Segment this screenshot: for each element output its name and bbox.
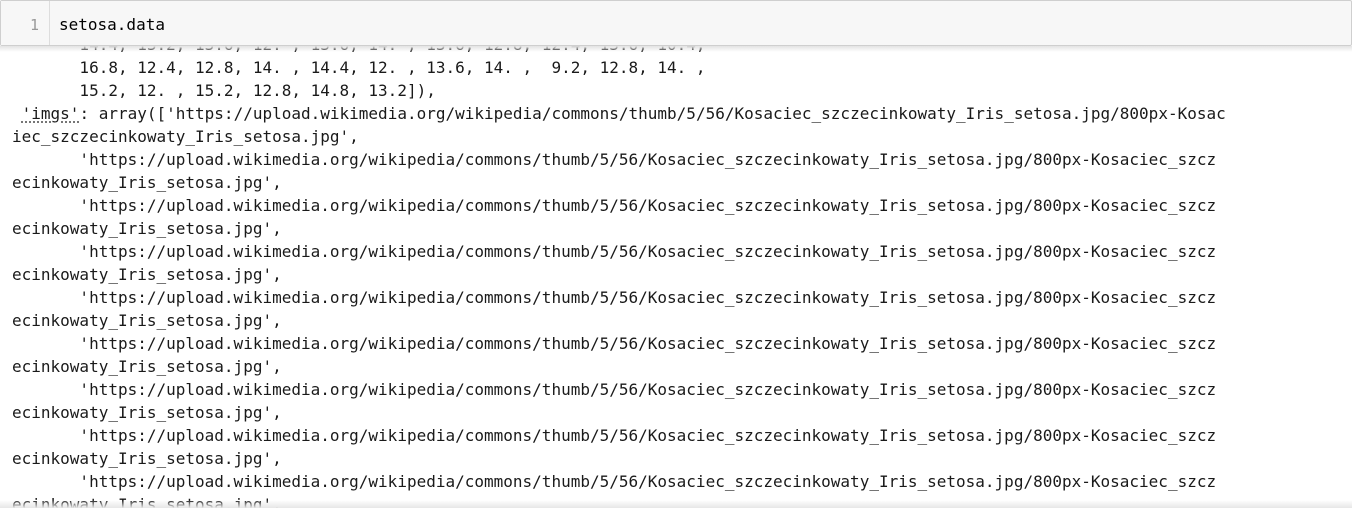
output-line: 'https://upload.wikimedia.org/wikipedia/…: [12, 242, 1217, 261]
output-line: 'https://upload.wikimedia.org/wikipedia/…: [12, 472, 1217, 491]
output-line: ecinkowaty_Iris_setosa.jpg',: [12, 173, 282, 192]
output-line: ecinkowaty_Iris_setosa.jpg',: [12, 265, 282, 284]
output-line-rest: : array(['https://upload.wikimedia.org/w…: [79, 104, 1226, 123]
output-line: iec_szczecinkowaty_Iris_setosa.jpg',: [12, 127, 359, 146]
output-line: ecinkowaty_Iris_setosa.jpg',: [12, 403, 282, 422]
output-line: ecinkowaty_Iris_setosa.jpg',: [12, 311, 282, 330]
output-line: 'https://upload.wikimedia.org/wikipedia/…: [12, 196, 1217, 215]
output-text: 14.4, 13.2, 13.6, 12. , 13.6, 14. , 13.6…: [0, 33, 1352, 508]
notebook: 14.4, 13.2, 13.6, 12. , 13.6, 14. , 13.6…: [0, 0, 1352, 508]
code-editor[interactable]: setosa.data: [59, 15, 165, 35]
scroll-edge-shadow: [0, 500, 1352, 508]
output-line: 'https://upload.wikimedia.org/wikipedia/…: [12, 150, 1217, 169]
output-line: ecinkowaty_Iris_setosa.jpg',: [12, 357, 282, 376]
output-line: 'https://upload.wikimedia.org/wikipedia/…: [12, 334, 1217, 353]
output-line-prefix: [12, 104, 22, 123]
output-line: ecinkowaty_Iris_setosa.jpg',: [12, 219, 282, 238]
output-line: 'https://upload.wikimedia.org/wikipedia/…: [12, 426, 1217, 445]
code-cell-input[interactable]: 1 setosa.data: [0, 0, 1352, 46]
output-line: 'https://upload.wikimedia.org/wikipedia/…: [12, 380, 1217, 399]
output-line: 16.8, 12.4, 12.8, 14. , 14.4, 12. , 13.6…: [12, 58, 706, 77]
dict-key-imgs: 'imgs': [21, 104, 80, 123]
output-line: 15.2, 12. , 15.2, 12.8, 14.8, 13.2]),: [12, 81, 436, 100]
output-line: ecinkowaty_Iris_setosa.jpg',: [12, 449, 282, 468]
line-number-gutter: 1: [1, 1, 50, 45]
output-line: 'https://upload.wikimedia.org/wikipedia/…: [12, 288, 1217, 307]
output-line: 'imgs': array(['https://upload.wikimedia…: [12, 102, 1352, 125]
input-cell-shadow: [0, 46, 1352, 52]
line-number: 1: [29, 16, 39, 34]
cell-output[interactable]: 14.4, 13.2, 13.6, 12. , 13.6, 14. , 13.6…: [0, 33, 1352, 508]
